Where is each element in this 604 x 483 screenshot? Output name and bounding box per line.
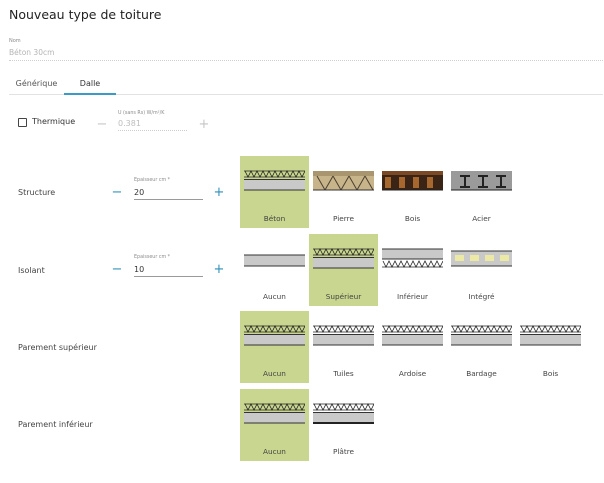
name-field-label: Nom [9,38,21,44]
structure-option-label: Bois [404,214,421,223]
insulation-option-label: Intégré [468,292,495,301]
structure-thickness-input[interactable]: 20 [134,187,203,200]
upper-facing-option-label: Aucun [263,369,286,378]
insulation-option-aucun[interactable]: Aucun [240,234,309,306]
structure-option-beton[interactable]: Béton [240,156,309,228]
u-value-input[interactable]: 0.381 [118,118,187,131]
structure-thickness-label: Epaisseur cm * [134,178,171,183]
lower-facing-option-aucun[interactable]: Aucun [240,389,309,461]
tab-generique[interactable]: Générique [9,75,64,95]
structure-option-acier[interactable]: Acier [447,156,516,228]
insulation-option-integre[interactable]: Intégré [447,234,516,306]
structure-option-pierre[interactable]: Pierre [309,156,378,228]
insulation-label: Isolant [18,266,45,275]
upper-facing-option-label: Ardoise [398,369,427,378]
concrete-slab-icon [244,170,305,191]
structure-option-label: Béton [263,214,286,223]
insulation-option-superieur[interactable]: Supérieur [309,234,378,306]
no-facing-icon [244,403,305,424]
tab-dalle[interactable]: Dalle [64,75,116,95]
upper-facing-option-bardage[interactable]: Bardage [447,311,516,383]
structure-label: Structure [18,188,56,197]
insulation-option-label: Inférieur [397,292,428,301]
upper-facing-option-label: Bardage [466,369,497,378]
lower-facing-option-label: Aucun [263,447,286,456]
plain-slab-icon [244,254,305,267]
bottom-insulation-icon [382,248,443,268]
upper-facing-option-tuiles[interactable]: Tuiles [309,311,378,383]
structure-option-label: Acier [472,214,491,223]
upper-facing-option-label: Tuiles [333,369,354,378]
structure-thickness-increment-button[interactable]: + [213,186,225,199]
thermal-checkbox-label: Thermique [32,117,76,126]
name-input[interactable]: Béton 30cm [9,47,603,61]
insulation-option-label: Aucun [263,292,286,301]
upper-facing-option-label: Bois [542,369,559,378]
page-title: Nouveau type de toiture [9,7,162,22]
insulation-thickness-increment-button[interactable]: + [213,263,225,276]
structure-thickness-decrement-button[interactable]: − [111,186,123,199]
tab-bar: Générique Dalle [9,75,603,95]
upper-facing-option-aucun[interactable]: Aucun [240,311,309,383]
insulation-thickness-input[interactable]: 10 [134,264,203,277]
u-value-label: U (sans Rs) W/m²/K [118,111,165,116]
insulation-option-label: Supérieur [325,292,362,301]
tiles-facing-icon [313,325,374,346]
steel-beam-slab-icon [451,171,512,191]
cladding-facing-icon [451,325,512,346]
insulation-thickness-label: Epaisseur cm * [134,255,171,260]
lower-facing-option-label: Plâtre [332,447,355,456]
wood-facing-icon [520,325,581,346]
upper-facing-option-ardoise[interactable]: Ardoise [378,311,447,383]
lower-facing-option-platre[interactable]: Plâtre [309,389,378,461]
top-insulation-icon [313,248,374,269]
upper-facing-option-bois[interactable]: Bois [516,311,585,383]
structure-option-label: Pierre [333,214,354,223]
slate-facing-icon [382,325,443,346]
structure-option-bois[interactable]: Bois [378,156,447,228]
stone-vault-slab-icon [313,171,374,191]
upper-facing-label: Parement supérieur [18,343,97,352]
u-value-increment-button[interactable]: + [198,118,210,131]
u-value-decrement-button[interactable]: − [96,118,108,131]
insulation-thickness-decrement-button[interactable]: − [111,263,123,276]
plaster-facing-icon [313,403,374,424]
no-facing-icon [244,325,305,346]
wood-joist-slab-icon [382,171,443,191]
lower-facing-label: Parement inférieur [18,420,93,429]
insulation-option-inferieur[interactable]: Inférieur [378,234,447,306]
integrated-insulation-icon [451,250,512,267]
thermal-checkbox[interactable] [18,118,27,127]
